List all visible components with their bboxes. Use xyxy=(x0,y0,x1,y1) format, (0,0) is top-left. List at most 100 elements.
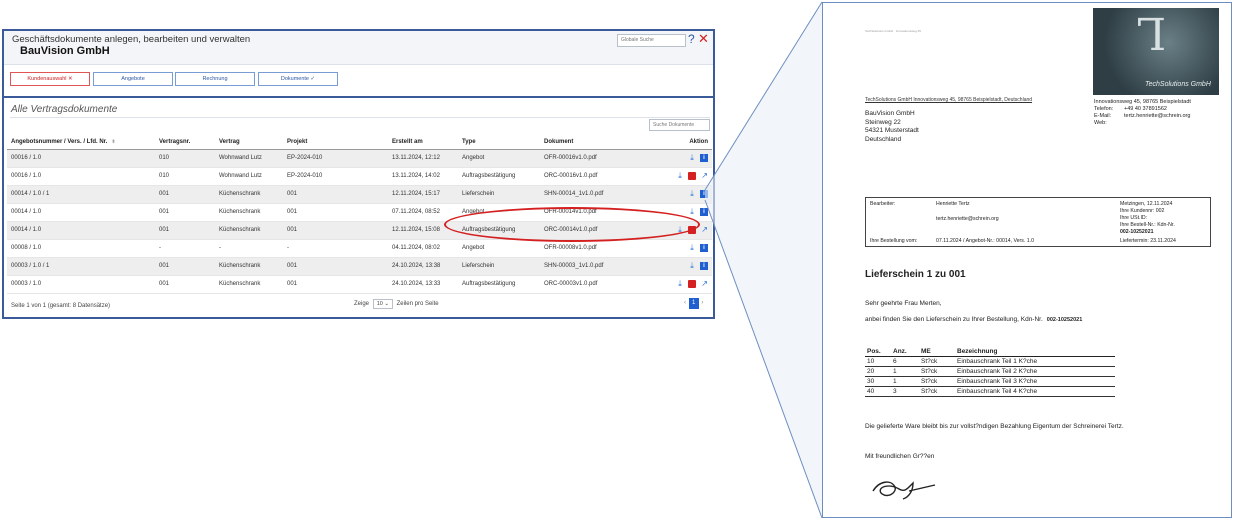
cell-nr: 00016 / 1.0 xyxy=(7,149,155,168)
cell-erstellt: 07.11.2024, 08:52 xyxy=(388,203,458,222)
current-page-button[interactable]: 1 xyxy=(688,298,699,309)
position-me: St?ck xyxy=(919,386,955,397)
sender-line: TechSolutions GmbH Innovationsweg 45, 98… xyxy=(865,97,1033,103)
col-header-nr[interactable]: Angebotsnummer / Vers. / Lfd. Nr. ⬍ xyxy=(7,135,155,150)
cell-dok: SHN-00003_1v1.0.pdf xyxy=(540,257,640,276)
cell-vertrag: Küchenschrank xyxy=(215,203,283,222)
position-bez: Einbauschrank Teil 4 K?che xyxy=(955,386,1115,397)
col-header-projekt[interactable]: Projekt xyxy=(283,135,388,150)
page-size-select[interactable]: 10 ⌄ xyxy=(372,299,393,309)
tab-dokumente[interactable]: Dokumente ✓ xyxy=(258,72,338,86)
app-header: Geschäftsdokumente anlegen, bearbeiten u… xyxy=(4,31,713,65)
per-page-label: Zeilen pro Seite xyxy=(396,301,439,307)
recipient-address: BauVision GmbH Steinweg 22 54321 Musters… xyxy=(865,110,919,143)
chevron-down-icon: ⌄ xyxy=(384,301,389,307)
cell-dok: ORC-00003v1.0.pdf xyxy=(540,275,640,294)
highlight-ellipse xyxy=(444,207,700,242)
section-title: Alle Vertragsdokumente xyxy=(11,104,118,115)
download-icon[interactable]: ⤓ xyxy=(688,154,696,162)
position-me: St?ck xyxy=(919,366,955,377)
info-icon[interactable]: i xyxy=(700,262,708,270)
prev-page-button[interactable]: ‹ xyxy=(684,300,686,306)
sort-icon[interactable]: ⬍ xyxy=(111,139,115,145)
download-icon[interactable]: ⤓ xyxy=(676,280,684,288)
document-manager-window: Geschäftsdokumente anlegen, bearbeiten u… xyxy=(2,29,715,319)
info-icon[interactable]: i xyxy=(700,208,708,216)
cell-type: Lieferschein xyxy=(458,185,540,204)
cell-nr: 00003 / 1.0 xyxy=(7,275,155,294)
info-icon[interactable]: i xyxy=(700,190,708,198)
position-anz: 1 xyxy=(891,366,919,377)
share-icon[interactable]: ↗ xyxy=(700,226,708,234)
page-info: Seite 1 von 1 (gesamt: 8 Datensätze) xyxy=(11,303,111,309)
download-icon[interactable]: ⤓ xyxy=(688,208,696,216)
cell-actions: ⤓ i xyxy=(640,185,712,204)
delete-icon[interactable] xyxy=(688,280,696,288)
cell-vertrag: Küchenschrank xyxy=(215,185,283,204)
position-anz: 6 xyxy=(891,356,919,367)
cell-vnr: 001 xyxy=(155,185,215,204)
pagination: ‹ 1 › xyxy=(684,298,703,309)
tiny-header: TechSolutions GmbH · Innovationsweg 45 xyxy=(865,29,921,33)
cell-vnr: 001 xyxy=(155,257,215,276)
next-page-button[interactable]: › xyxy=(701,300,703,306)
logo-text: TechSolutions GmbH xyxy=(1145,81,1211,88)
table-row[interactable]: 00003 / 1.0 / 1 001 Küchenschrank 001 24.10.… xyxy=(7,257,712,276)
download-icon[interactable]: ⤓ xyxy=(688,190,696,198)
table-row[interactable]: 00016 / 1.0 010 Wohnwand Lutz EP-2024-010 13… xyxy=(7,149,712,168)
table-row[interactable]: 00016 / 1.0 010 Wohnwand Lutz EP-2024-010 13… xyxy=(7,167,712,186)
logo-glyph-icon: Ꞁ xyxy=(1137,10,1167,61)
position-me: St?ck xyxy=(919,376,955,387)
salutation: Sehr geehrte Frau Merten, xyxy=(865,300,942,307)
cell-dok: SHN-00014_1v1.0.pdf xyxy=(540,185,640,204)
tab-angebote[interactable]: Angebote xyxy=(93,72,173,86)
download-icon[interactable]: ⤓ xyxy=(688,262,696,270)
position-row: 20 1 St?ck Einbauschrank Teil 2 K?che xyxy=(865,366,1115,377)
document-heading: Lieferschein 1 zu 001 xyxy=(865,269,966,280)
col-header-aktion: Aktion xyxy=(640,135,712,150)
cell-actions: ⤓ i xyxy=(640,149,712,168)
cell-vnr: 001 xyxy=(155,203,215,222)
info-icon[interactable]: i xyxy=(700,154,708,162)
cell-projekt: 001 xyxy=(283,221,388,240)
table-row[interactable]: 00008 / 1.0- - -04.11.2024, 08:02 Angebot OF… xyxy=(7,239,712,258)
document-search-input[interactable]: Suche Dokumente xyxy=(649,119,710,131)
cell-erstellt: 24.10.2024, 13:38 xyxy=(388,257,458,276)
page-size-control: Zeige 10 ⌄ Zeilen pro Seite xyxy=(354,299,439,309)
cell-type: Auftragsbestätigung xyxy=(458,275,540,294)
position-pos: 30 xyxy=(865,376,891,387)
cell-actions: ⤓ ↗ xyxy=(640,167,712,186)
cell-nr: 00003 / 1.0 / 1 xyxy=(7,257,155,276)
position-pos: 10 xyxy=(865,356,891,367)
close-icon[interactable]: ✕ xyxy=(698,31,709,47)
tab-rechnung[interactable]: Rechnung xyxy=(175,72,255,86)
position-bez: Einbauschrank Teil 3 K?che xyxy=(955,376,1115,387)
global-search-input[interactable]: Globale Suche xyxy=(617,34,686,47)
cell-projekt: 001 xyxy=(283,257,388,276)
table-row[interactable]: 00014 / 1.0 / 1 001 Küchenschrank 001 12.11.… xyxy=(7,185,712,204)
cell-nr: 00014 / 1.0 xyxy=(7,221,155,240)
position-row: 10 6 St?ck Einbauschrank Teil 1 K?che xyxy=(865,356,1115,367)
col-header-type[interactable]: Type xyxy=(458,135,540,150)
cell-vertrag: Küchenschrank xyxy=(215,257,283,276)
download-icon[interactable]: ⤓ xyxy=(676,172,684,180)
col-header-dokument[interactable]: Dokument xyxy=(540,135,640,150)
cell-type: Lieferschein xyxy=(458,257,540,276)
download-icon[interactable]: ⤓ xyxy=(688,244,696,252)
cell-projekt: - xyxy=(283,239,388,258)
table-row[interactable]: 00003 / 1.0 001 Küchenschrank 001 24.10.2024… xyxy=(7,275,712,294)
delete-icon[interactable] xyxy=(688,172,696,180)
position-bez: Einbauschrank Teil 1 K?che xyxy=(955,356,1115,367)
share-icon[interactable]: ↗ xyxy=(700,280,708,288)
share-icon[interactable]: ↗ xyxy=(700,172,708,180)
help-icon[interactable]: ? xyxy=(688,32,695,46)
cell-projekt: 001 xyxy=(283,203,388,222)
col-header-erstellt[interactable]: Erstellt am xyxy=(388,135,458,150)
cell-projekt: EP-2024-010 xyxy=(283,149,388,168)
col-header-vertragsnr[interactable]: Vertragsnr. xyxy=(155,135,215,150)
tab-kundenauswahl[interactable]: Kundenauswahl ✕ xyxy=(10,72,90,86)
info-icon[interactable]: i xyxy=(700,244,708,252)
header-divider xyxy=(4,96,713,98)
cell-projekt: 001 xyxy=(283,275,388,294)
col-header-vertrag[interactable]: Vertrag xyxy=(215,135,283,150)
